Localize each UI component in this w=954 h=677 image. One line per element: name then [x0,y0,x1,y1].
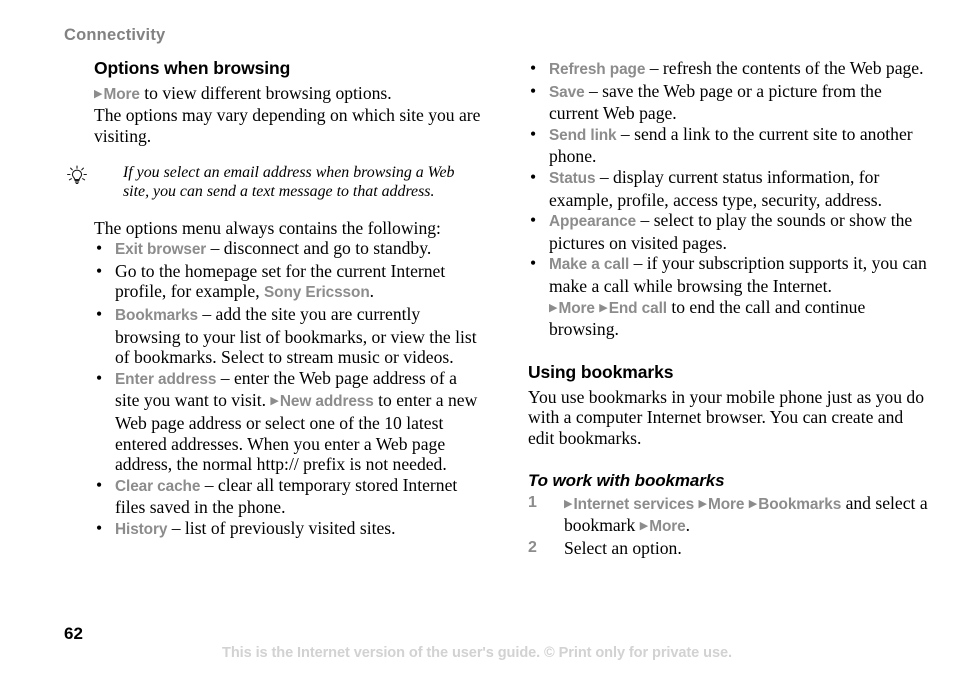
bullet-icon: • [96,367,103,388]
ui-label-status: Status [549,169,596,187]
dash: – [645,58,663,78]
dash: – [216,367,234,388]
ui-label-make-a-call: Make a call [549,256,630,274]
ui-label-exit-browser: Exit browser [115,241,207,259]
intro-line1-rest: to view different browsing options. [139,82,392,103]
step-text: Select an option. [564,537,682,558]
dash: – [167,517,185,538]
list-item-text-end: . [369,281,375,302]
tip-block: If you select an email address when brow… [67,163,484,202]
ui-label-new-address: New address [279,393,374,411]
list-item: • Enter address – enter the Web page addr… [94,368,484,475]
step-item: 1 ▶Internet services ▶More ▶Bookmarks and… [528,493,928,538]
ui-label-send-link: Send link [549,126,617,144]
ui-label-sony-ericsson: Sony Ericsson [264,284,370,302]
arrow-icon: ▶ [748,496,758,510]
list-item-subtext: to end the call and continue browsing. [549,296,866,340]
bullet-icon: • [96,238,103,259]
left-column: Options when browsing ▶More to view diff… [67,58,484,541]
lightbulb-icon [64,164,90,188]
dash: – [616,123,635,144]
dash: – [584,80,603,101]
ui-label-bookmarks: Bookmarks [115,307,198,325]
ui-label-more: More [558,299,595,317]
arrow-icon: ▶ [698,496,707,510]
list-item-text: list of previously visited sites. [184,517,396,538]
ui-label-clear-cache: Clear cache [115,477,201,495]
dash: – [595,166,614,187]
bullet-icon: • [530,210,537,231]
task-heading-to-work-with-bookmarks: To work with bookmarks [528,471,725,491]
right-column: • Refresh page – refresh the contents of … [528,58,928,558]
bullet-icon: • [530,253,537,274]
ui-label-end-call: End call [608,299,667,317]
options-bullet-list: • Exit browser – disconnect and go to sta… [94,238,484,540]
dash: – [206,238,224,259]
ui-label-bookmarks: Bookmarks [758,495,842,513]
ui-label-more: More [649,518,686,536]
bullet-icon: • [530,123,537,144]
task-steps: 1 ▶Internet services ▶More ▶Bookmarks and… [528,493,928,559]
list-item: • Go to the homepage set for the current … [94,261,484,304]
list-item: • History – list of previously visited si… [94,518,484,541]
list-item-text: disconnect and go to standby. [223,238,432,259]
dash: – [636,210,654,231]
ui-label-more: More [103,85,140,103]
list-item: • Make a call – if your subscription supp… [528,253,928,339]
ui-label-save: Save [549,83,585,101]
step-number: 1 [528,493,537,511]
list-item: • Send link – send a link to the current … [528,124,928,167]
ui-label-enter-address: Enter address [115,370,217,388]
dash: – [200,474,218,495]
bullet-icon: • [530,166,537,187]
step-item: 2 Select an option. [528,538,928,559]
page-columns: Options when browsing ▶More to view diff… [0,58,954,598]
list-item: • Refresh page – refresh the contents of … [528,58,928,81]
list-item: • Exit browser – disconnect and go to sta… [94,238,484,261]
ui-label-appearance: Appearance [549,213,637,231]
list-item: • Bookmarks – add the site you are curren… [94,304,484,368]
running-header: Connectivity [64,26,166,44]
ui-label-refresh-page: Refresh page [549,61,646,78]
bullet-icon: • [530,58,537,78]
step-number: 2 [528,538,537,556]
footer-note: This is the Internet version of the user… [222,645,732,661]
bullet-icon: • [96,304,103,325]
list-item: • Clear cache – clear all temporary store… [94,475,484,518]
using-bookmarks-body: You use bookmarks in your mobile phone j… [528,386,925,448]
bullet-icon: • [96,474,103,495]
intro-paragraph: ▶More to view different browsing options… [94,83,484,147]
list-item-text: refresh the contents of the Web page. [662,58,924,78]
arrow-icon: ▶ [270,394,279,408]
list-intro: The options menu always contains the fol… [94,217,441,238]
list-item: • Status – display current status informa… [528,167,928,210]
dash: – [197,304,216,325]
bullet-icon: • [96,260,103,281]
list-item: • Save – save the Web page or a picture f… [528,81,928,124]
options-bullet-list-continued: • Refresh page – refresh the contents of … [528,58,928,340]
arrow-icon: ▶ [639,519,649,533]
tip-text: If you select an email address when brow… [123,163,455,201]
bullet-icon: • [530,80,537,101]
section-heading-using-bookmarks: Using bookmarks [528,361,674,382]
section-heading-options-when-browsing: Options when browsing [94,58,291,78]
ui-label-internet-services: Internet services [573,495,695,513]
intro-line2: The options may vary depending on which … [94,105,481,147]
page-number: 62 [64,624,83,643]
list-item: • Appearance – select to play the sounds … [528,210,928,253]
bullet-icon: • [96,517,103,538]
ui-label-more: More [707,495,745,513]
dash: – [629,253,647,274]
step-end-text: . [685,515,690,536]
ui-label-history: History [115,520,168,538]
arrow-icon: ▶ [599,300,608,314]
